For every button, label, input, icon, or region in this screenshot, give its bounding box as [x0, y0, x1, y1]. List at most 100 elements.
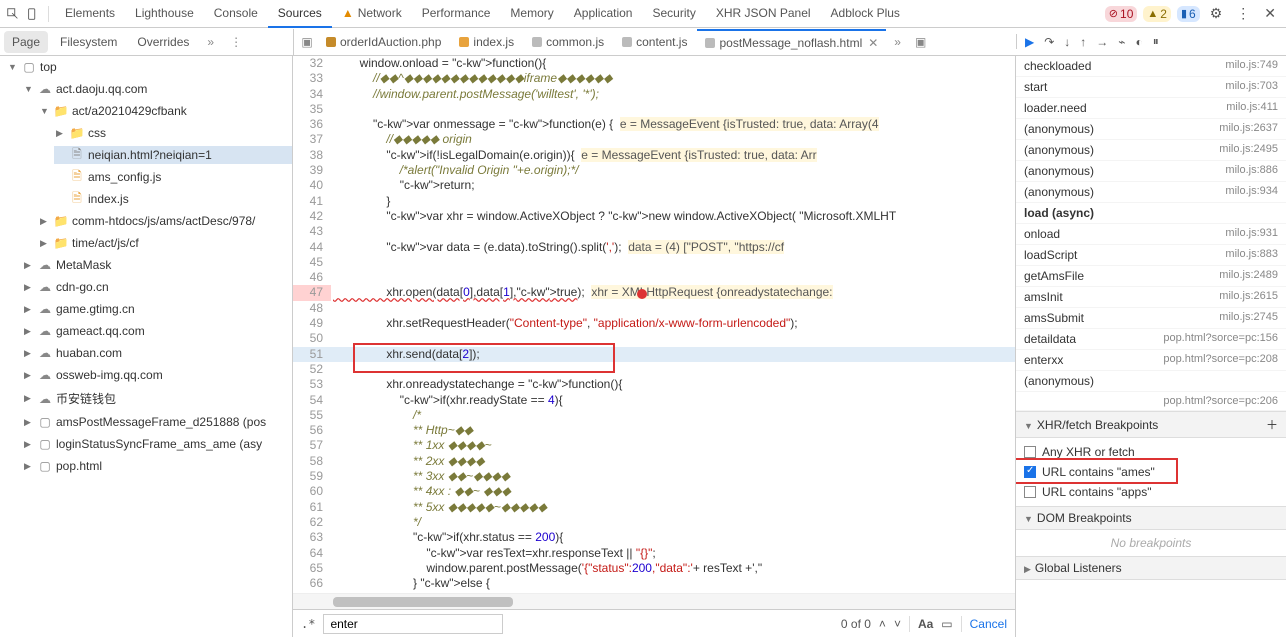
step-out-icon[interactable]: ↑: [1080, 35, 1086, 49]
tree-item[interactable]: ▼▢top: [6, 58, 292, 76]
line-number[interactable]: 65: [293, 561, 331, 576]
line-number[interactable]: 49: [293, 316, 331, 331]
line-number[interactable]: 48: [293, 301, 331, 316]
code-content[interactable]: //◆◆^◆◆◆◆◆◆◆◆◆◆◆◆◆iframe◆◆◆◆◆◆: [331, 71, 1015, 86]
line-number[interactable]: 37: [293, 132, 331, 147]
code-content[interactable]: ** Http~◆◆: [331, 423, 1015, 438]
close-tab-icon[interactable]: ✕: [868, 36, 878, 50]
tab-console[interactable]: Console: [204, 0, 268, 28]
code-content[interactable]: }: [331, 194, 1015, 209]
tab-security[interactable]: Security: [642, 0, 705, 28]
line-number[interactable]: 33: [293, 71, 331, 86]
match-case[interactable]: Aa: [918, 617, 933, 631]
callstack-row[interactable]: getAmsFilemilo.js:2489: [1016, 266, 1286, 287]
line-number[interactable]: 66: [293, 576, 331, 591]
line-number[interactable]: 61: [293, 500, 331, 515]
search-input[interactable]: [323, 614, 503, 634]
close-icon[interactable]: ✕: [1258, 5, 1282, 22]
code-content[interactable]: "c-kw">if(xhr.readyState == 4){: [331, 393, 1015, 408]
line-number[interactable]: 43: [293, 224, 331, 239]
inspect-icon[interactable]: [4, 7, 22, 21]
match-whole-icon[interactable]: ▭: [941, 617, 952, 631]
more-icon[interactable]: ⋮: [1230, 5, 1256, 22]
code-content[interactable]: [331, 255, 1015, 270]
callstack-row[interactable]: detaildatapop.html?sorce=pc:156: [1016, 329, 1286, 350]
code-content[interactable]: //◆◆◆◆◆ origin: [331, 132, 1015, 147]
file-tab[interactable]: postMessage_noflash.html✕: [697, 29, 886, 55]
line-number[interactable]: 63: [293, 530, 331, 545]
step-into-icon[interactable]: ↓: [1064, 35, 1070, 49]
line-number[interactable]: 45: [293, 255, 331, 270]
nav-overrides[interactable]: Overrides: [129, 31, 197, 53]
code-content[interactable]: "c-kw">var xhr = window.ActiveXObject ? …: [331, 209, 1015, 224]
callstack-row[interactable]: loadScriptmilo.js:883: [1016, 245, 1286, 266]
line-number[interactable]: 53: [293, 377, 331, 392]
search-cancel[interactable]: Cancel: [970, 617, 1007, 631]
tab-application[interactable]: Application: [564, 0, 643, 28]
step-over-icon[interactable]: ↷: [1044, 35, 1054, 49]
callstack-row[interactable]: onloadmilo.js:931: [1016, 224, 1286, 245]
tree-item[interactable]: ▶☁huaban.com: [22, 344, 292, 362]
global-listeners-header[interactable]: ▶Global Listeners: [1016, 556, 1286, 580]
tree-item[interactable]: ▶☁币安链钱包: [22, 388, 292, 409]
nav-filesystem[interactable]: Filesystem: [52, 31, 125, 53]
more-tabs-icon[interactable]: »: [888, 35, 907, 49]
code-content[interactable]: ** 1xx ◆◆◆◆~: [331, 438, 1015, 453]
tree-item[interactable]: ▶▢loginStatusSyncFrame_ams_ame (asy: [22, 435, 292, 453]
callstack-row[interactable]: (anonymous)milo.js:886: [1016, 161, 1286, 182]
code-content[interactable]: [331, 331, 1015, 346]
nav-page[interactable]: Page: [4, 31, 48, 53]
code-content[interactable]: "c-kw">if(!isLegalDomain(e.origin)){ e =…: [331, 148, 1015, 163]
warnings-badge[interactable]: ▲ 2: [1143, 6, 1171, 22]
xhr-bp-header[interactable]: ▼XHR/fetch Breakpoints ＋: [1016, 411, 1286, 438]
line-number[interactable]: 41: [293, 194, 331, 209]
step-icon[interactable]: →: [1096, 35, 1108, 49]
code-content[interactable]: //I◆,◆200◆~◆3◆◆◆◆: [331, 591, 1015, 593]
callstack-row[interactable]: loader.needmilo.js:411: [1016, 98, 1286, 119]
callstack-row[interactable]: (anonymous)milo.js:934: [1016, 182, 1286, 203]
callstack-row[interactable]: (anonymous)milo.js:2495: [1016, 140, 1286, 161]
code-content[interactable]: xhr.setRequestHeader("Content-type", "ap…: [331, 316, 1015, 331]
tab-network[interactable]: ▲Network: [332, 0, 412, 28]
tree-item[interactable]: 🗎neiqian.html?neiqian=1: [54, 146, 292, 164]
tree-item[interactable]: ▶☁MetaMask: [22, 256, 292, 274]
tree-item[interactable]: ▶▢pop.html: [22, 457, 292, 475]
code-content[interactable]: [331, 362, 1015, 377]
line-number[interactable]: 60: [293, 484, 331, 499]
code-content[interactable]: //window.parent.postMessage('willtest', …: [331, 87, 1015, 102]
line-number[interactable]: 50: [293, 331, 331, 346]
tree-item[interactable]: ▶▢amsPostMessageFrame_d251888 (pos: [22, 413, 292, 431]
code-area[interactable]: 32 window.onload = "c-kw">function(){33 …: [293, 56, 1015, 593]
callstack-row[interactable]: enterxxpop.html?sorce=pc:208: [1016, 350, 1286, 371]
line-number[interactable]: 57: [293, 438, 331, 453]
code-content[interactable]: xhr.open(data[0],data[1],"c-kw">true); x…: [331, 285, 1015, 300]
line-number[interactable]: 55: [293, 408, 331, 423]
xhr-bp-item[interactable]: URL contains "ames": [1024, 462, 1278, 482]
dom-bp-header[interactable]: ▼DOM Breakpoints: [1016, 506, 1286, 530]
line-number[interactable]: 51: [293, 347, 331, 362]
tree-item[interactable]: ▶☁game.gtimg.cn: [22, 300, 292, 318]
tab-memory[interactable]: Memory: [500, 0, 563, 28]
settings-icon[interactable]: ⚙: [1204, 5, 1229, 22]
tree-item[interactable]: ▶☁ossweb-img.qq.com: [22, 366, 292, 384]
resume-icon[interactable]: ▶: [1025, 35, 1034, 49]
callstack-row[interactable]: amsInitmilo.js:2615: [1016, 287, 1286, 308]
line-number[interactable]: 40: [293, 178, 331, 193]
line-number[interactable]: 67: [293, 591, 331, 593]
line-number[interactable]: 52: [293, 362, 331, 377]
deactivate-bp-icon[interactable]: ⌁: [1118, 35, 1125, 49]
code-content[interactable]: window.onload = "c-kw">function(){: [331, 56, 1015, 71]
regex-icon[interactable]: .*: [301, 617, 315, 631]
checkbox[interactable]: [1024, 486, 1036, 498]
tree-item[interactable]: 🗎index.js: [54, 190, 292, 208]
code-content[interactable]: ** 2xx ◆◆◆◆: [331, 454, 1015, 469]
code-content[interactable]: "c-kw">var resText=xhr.responseText || "…: [331, 546, 1015, 561]
line-number[interactable]: 58: [293, 454, 331, 469]
code-content[interactable]: ** 5xx ◆◆◆◆◆~◆◆◆◆◆: [331, 500, 1015, 515]
line-number[interactable]: 64: [293, 546, 331, 561]
tab-adblock-plus[interactable]: Adblock Plus: [821, 0, 910, 28]
overview-icon[interactable]: ▣: [909, 35, 932, 49]
callstack-row[interactable]: checkloadedmilo.js:749: [1016, 56, 1286, 77]
file-tab[interactable]: common.js: [524, 30, 612, 54]
tree-item[interactable]: ▶☁cdn-go.cn: [22, 278, 292, 296]
